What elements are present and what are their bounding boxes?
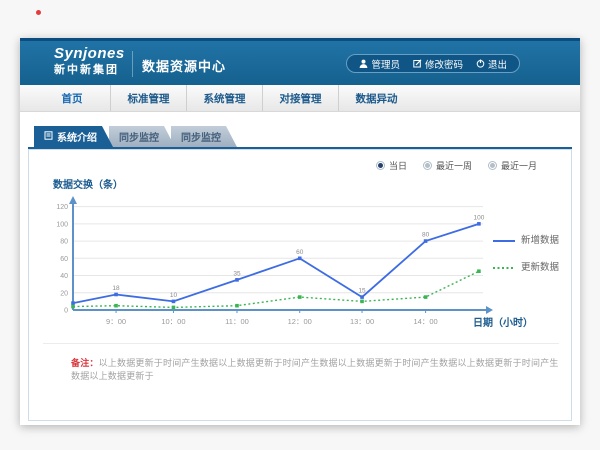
tab-label: 同步监控 <box>119 129 159 144</box>
content-panel: 当日 最近一周 最近一月 数据交换（条） 0 20 40 60 80 100 120 9：00… <box>28 149 572 421</box>
dotted-line-icon <box>493 257 515 275</box>
tab-sync-monitor-1[interactable]: 同步监控 <box>109 126 175 147</box>
exchange-chart: 0 20 40 60 80 100 120 9：00 10：00 11：00 12：00 13：00 1… <box>45 192 515 342</box>
tab-system-intro[interactable]: 系统介绍 <box>34 126 113 147</box>
page-title: 数据资源中心 <box>142 56 226 75</box>
edit-icon <box>413 59 422 68</box>
radio-label: 最近一周 <box>436 159 472 172</box>
svg-text:40: 40 <box>60 273 68 280</box>
footnote-section: 备注：以上数据更新于时间产生数据以上数据更新于时间产生数据以上数据更新于时间产生… <box>43 343 559 382</box>
svg-text:13：00: 13：00 <box>350 317 374 326</box>
footnote-body: 以上数据更新于时间产生数据以上数据更新于时间产生数据以上数据更新于时间产生数据以… <box>71 358 559 381</box>
app-window: Synjones 新中新集团 数据资源中心 管理员 修改密码 <box>20 38 580 425</box>
data-point <box>114 304 118 308</box>
data-point <box>172 306 176 310</box>
user-toolbar: 管理员 修改密码 退出 <box>346 54 520 73</box>
nav-item-standard-mgmt[interactable]: 标准管理 <box>110 85 186 111</box>
tab-label: 同步监控 <box>181 129 221 144</box>
legend-new-data: 新增数据 <box>493 230 559 248</box>
logo-text: Synjones <box>54 46 125 63</box>
svg-text:20: 20 <box>60 290 68 297</box>
footnote-prefix: 备注： <box>71 358 99 368</box>
user-icon <box>359 59 368 68</box>
data-point <box>360 295 364 299</box>
radio-icon <box>376 161 385 170</box>
red-dot <box>36 10 41 15</box>
svg-text:0: 0 <box>64 308 68 315</box>
current-user[interactable]: 管理员 <box>359 57 400 71</box>
legend-label: 更新数据 <box>521 259 559 273</box>
logout-label: 退出 <box>488 57 507 71</box>
svg-text:80: 80 <box>60 239 68 246</box>
radio-icon <box>488 161 497 170</box>
radio-last-week[interactable]: 最近一周 <box>423 159 472 172</box>
data-point <box>298 257 302 261</box>
series-0: 18 10 35 60 15 80 100 <box>71 214 485 305</box>
data-point <box>477 269 481 273</box>
gridlines <box>73 207 483 293</box>
data-point-label: 10 <box>170 292 178 299</box>
data-point-label: 35 <box>233 270 241 277</box>
logo: Synjones 新中新集团 <box>54 46 125 76</box>
solid-line-icon <box>493 230 515 248</box>
document-icon <box>44 131 53 143</box>
data-point-label: 60 <box>296 249 304 256</box>
data-point <box>172 300 176 304</box>
data-point-label: 100 <box>473 214 484 221</box>
nav-item-home[interactable]: 首页 <box>34 85 110 111</box>
nav-item-integration-mgmt[interactable]: 对接管理 <box>262 85 338 111</box>
data-point-label: 80 <box>422 232 430 239</box>
data-point <box>71 305 75 309</box>
svg-text:9：00: 9：00 <box>106 317 126 326</box>
radio-today[interactable]: 当日 <box>376 159 407 172</box>
radio-last-month[interactable]: 最近一月 <box>488 159 537 172</box>
tab-label: 系统介绍 <box>57 129 97 144</box>
x-axis-title: 日期（小时） <box>473 314 533 329</box>
header-bar: Synjones 新中新集团 数据资源中心 管理员 修改密码 <box>20 38 580 85</box>
svg-text:10：00: 10：00 <box>161 317 185 326</box>
power-icon <box>476 59 485 68</box>
y-axis-title: 数据交换（条） <box>53 176 123 191</box>
radio-label: 最近一月 <box>501 159 537 172</box>
data-point <box>477 222 481 226</box>
svg-text:11：00: 11：00 <box>225 317 249 326</box>
username-label: 管理员 <box>371 57 400 71</box>
data-point <box>424 239 428 243</box>
svg-text:120: 120 <box>56 204 68 211</box>
nav-item-data-change[interactable]: 数据异动 <box>338 85 414 111</box>
legend-updated-data: 更新数据 <box>493 257 559 275</box>
y-tick-labels: 0 20 40 60 80 100 120 <box>56 204 68 314</box>
data-point <box>360 300 364 304</box>
change-password-button[interactable]: 修改密码 <box>413 57 463 71</box>
radio-icon <box>423 161 432 170</box>
header-divider <box>132 51 133 77</box>
svg-text:12：00: 12：00 <box>288 317 312 326</box>
data-point <box>298 295 302 299</box>
chart-legend: 新增数据 更新数据 <box>493 230 559 275</box>
svg-text:60: 60 <box>60 256 68 263</box>
x-tick-labels: 9：00 10：00 11：00 12：00 13：00 14：00 <box>106 310 438 326</box>
data-point <box>71 301 75 305</box>
data-point <box>235 304 239 308</box>
logout-button[interactable]: 退出 <box>476 57 507 71</box>
data-point <box>114 293 118 297</box>
svg-text:14：00: 14：00 <box>414 317 438 326</box>
change-password-label: 修改密码 <box>425 57 463 71</box>
nav-item-system-mgmt[interactable]: 系统管理 <box>186 85 262 111</box>
legend-label: 新增数据 <box>521 232 559 246</box>
data-point-label: 18 <box>112 285 120 292</box>
data-point <box>235 278 239 282</box>
svg-text:100: 100 <box>56 221 68 228</box>
time-range-filter: 当日 最近一周 最近一月 <box>376 159 537 172</box>
data-point-label: 15 <box>358 288 366 295</box>
tab-sync-monitor-2[interactable]: 同步监控 <box>171 126 237 147</box>
radio-label: 当日 <box>389 159 407 172</box>
tab-bar: 系统介绍 同步监控 同步监控 <box>34 126 233 147</box>
data-point <box>424 295 428 299</box>
logo-subtext: 新中新集团 <box>54 64 125 76</box>
main-nav: 首页 标准管理 系统管理 对接管理 数据异动 <box>20 85 580 112</box>
chart-area: 0 20 40 60 80 100 120 9：00 10：00 11：00 12：00 13：00 1… <box>45 192 515 342</box>
footnote: 备注：以上数据更新于时间产生数据以上数据更新于时间产生数据以上数据更新于时间产生… <box>71 356 559 382</box>
